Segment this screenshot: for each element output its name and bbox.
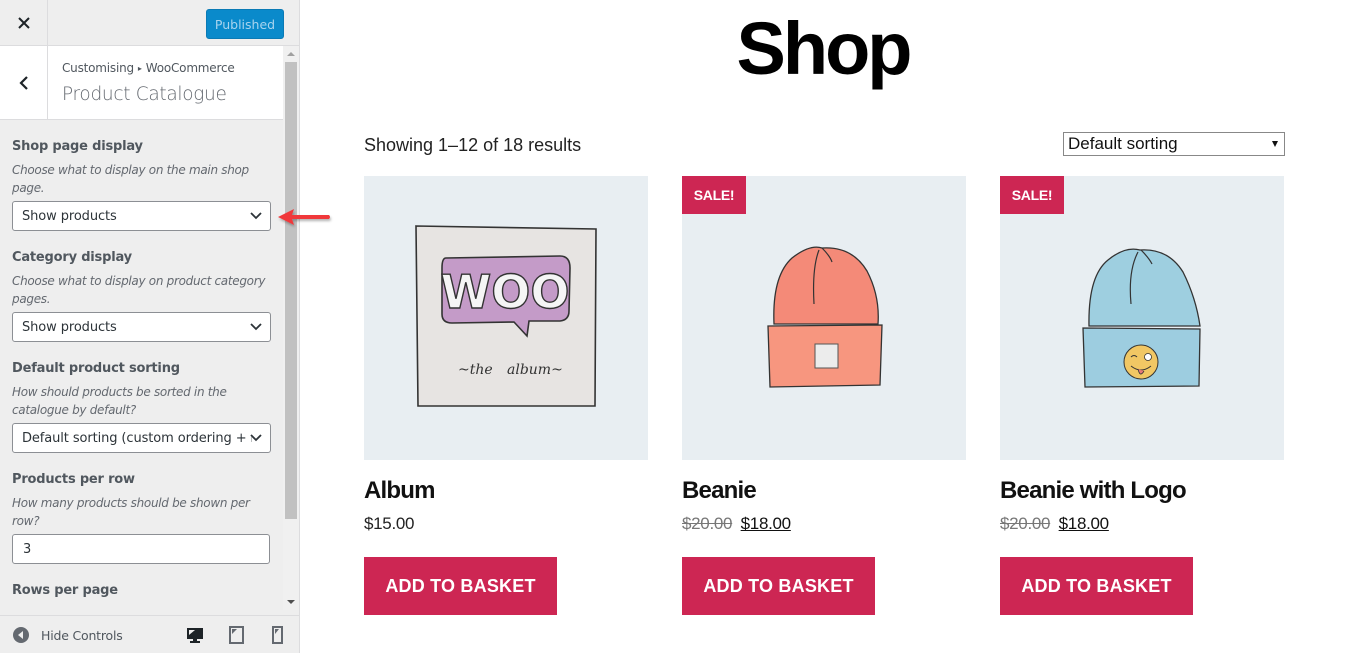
control-category-display: Category display Choose what to display … xyxy=(12,250,271,342)
product-price: $20.00 $18.00 xyxy=(1000,514,1284,534)
section-title-bar: Customising ▸ WooCommerce Product Catalogu… xyxy=(0,46,283,120)
scroll-down-arrow-icon[interactable] xyxy=(287,600,295,604)
control-label: Category display xyxy=(12,250,132,265)
chevron-down-icon xyxy=(250,323,262,331)
breadcrumb-separator-icon: ▸ xyxy=(137,64,142,73)
current-price: $15.00 xyxy=(364,514,415,533)
publish-button[interactable]: Published xyxy=(206,9,284,39)
product-image[interactable]: WOO ~the album~ xyxy=(364,176,648,460)
category-display-select[interactable]: Show products xyxy=(12,312,271,342)
scrollbar-thumb[interactable] xyxy=(285,62,297,519)
sidebar-scrollbar[interactable] xyxy=(283,46,299,610)
orange-beanie-illustration-icon xyxy=(767,246,883,388)
control-label: Rows per page xyxy=(12,583,118,598)
product-image[interactable]: SALE! xyxy=(1000,176,1284,460)
ordering-value: Default sorting xyxy=(1068,134,1178,153)
shop-page-display-select[interactable]: Show products xyxy=(12,201,271,231)
select-value: Show products xyxy=(22,208,117,224)
blue-beanie-emoji-illustration-icon xyxy=(1082,248,1201,388)
add-to-basket-button[interactable]: ADD TO BASKET xyxy=(682,557,875,615)
product-name[interactable]: Album xyxy=(364,477,648,505)
customizer-sidebar: Published Customising ▸ WooCommerce Produc… xyxy=(0,0,300,653)
desktop-preview-icon[interactable] xyxy=(186,626,204,644)
chevron-down-icon xyxy=(250,434,262,442)
result-count: Showing 1–12 of 18 results xyxy=(364,135,582,155)
close-customizer-button[interactable] xyxy=(0,0,48,46)
collapse-arrow-icon xyxy=(13,627,29,643)
close-icon xyxy=(17,17,30,29)
hide-controls-label: Hide Controls xyxy=(41,627,123,643)
select-value: Show products xyxy=(22,319,117,335)
control-description: Choose what to display on the main shop … xyxy=(12,163,249,195)
controls-panel: Shop page display Choose what to display… xyxy=(0,120,283,610)
product-card: SALE! Beanie with Logo $20.00 $18.00 ADD… xyxy=(1000,176,1284,615)
chevron-down-icon xyxy=(250,212,262,220)
chevron-left-icon xyxy=(18,75,28,90)
product-card: SALE! Beanie $20.00 $18.00 ADD TO BASKET xyxy=(682,176,966,615)
control-rows-per-page: Rows per page xyxy=(12,583,271,598)
hide-controls-button[interactable]: Hide Controls xyxy=(12,626,123,644)
section-heading: Product Catalogue xyxy=(62,84,227,105)
breadcrumb: Customising ▸ WooCommerce xyxy=(62,61,235,75)
add-to-basket-button[interactable]: ADD TO BASKET xyxy=(1000,557,1193,615)
control-label: Shop page display xyxy=(12,139,143,154)
shop-ordering-select[interactable]: Default sorting xyxy=(1063,132,1285,156)
woo-album-illustration-icon: WOO ~the album~ xyxy=(415,225,597,407)
control-description: Choose what to display on product catego… xyxy=(12,274,266,306)
svg-text:~the: ~the xyxy=(458,362,493,378)
control-label: Products per row xyxy=(12,472,135,487)
customizer-header: Published xyxy=(0,0,299,46)
breadcrumb-root: Customising xyxy=(62,61,134,75)
svg-text:WOO: WOO xyxy=(441,265,570,319)
product-name[interactable]: Beanie xyxy=(682,477,966,505)
control-description: How many products should be shown per ro… xyxy=(12,496,250,528)
product-name[interactable]: Beanie with Logo xyxy=(1000,477,1284,505)
regular-price: $20.00 xyxy=(1000,514,1051,533)
mobile-preview-icon[interactable] xyxy=(272,626,283,644)
breadcrumb-parent: WooCommerce xyxy=(145,61,235,75)
sale-price: $18.00 xyxy=(1058,514,1110,533)
sale-price: $18.00 xyxy=(740,514,792,533)
scroll-up-arrow-icon[interactable] xyxy=(287,52,295,56)
add-to-basket-button[interactable]: ADD TO BASKET xyxy=(364,557,557,615)
control-default-product-sorting: Default product sorting How should produ… xyxy=(12,361,271,453)
control-label: Default product sorting xyxy=(12,361,180,376)
page-title: Shop xyxy=(736,7,913,90)
products-per-row-input[interactable] xyxy=(12,534,270,564)
product-price: $20.00 $18.00 xyxy=(682,514,966,534)
product-card: WOO ~the album~ Album $15.00 ADD TO BASK… xyxy=(364,176,648,615)
control-shop-page-display: Shop page display Choose what to display… xyxy=(12,139,271,231)
sale-badge: SALE! xyxy=(1000,176,1064,214)
product-price: $15.00 xyxy=(364,514,648,534)
select-value: Default sorting (custom ordering + name) xyxy=(22,430,252,446)
svg-text:album~: album~ xyxy=(507,362,563,378)
annotation-arrow-icon xyxy=(278,209,330,225)
customizer-footer: Hide Controls xyxy=(0,615,299,653)
product-image[interactable]: SALE! xyxy=(682,176,966,460)
control-products-per-row: Products per row How many products shoul… xyxy=(12,472,271,564)
control-description: How should products be sorted in the cat… xyxy=(12,385,227,417)
dropdown-triangle-icon xyxy=(1272,141,1278,147)
default-sorting-select[interactable]: Default sorting (custom ordering + name) xyxy=(12,423,271,453)
sale-badge: SALE! xyxy=(682,176,746,214)
back-button[interactable] xyxy=(0,46,48,119)
tablet-preview-icon[interactable] xyxy=(229,626,244,644)
regular-price: $20.00 xyxy=(682,514,733,533)
